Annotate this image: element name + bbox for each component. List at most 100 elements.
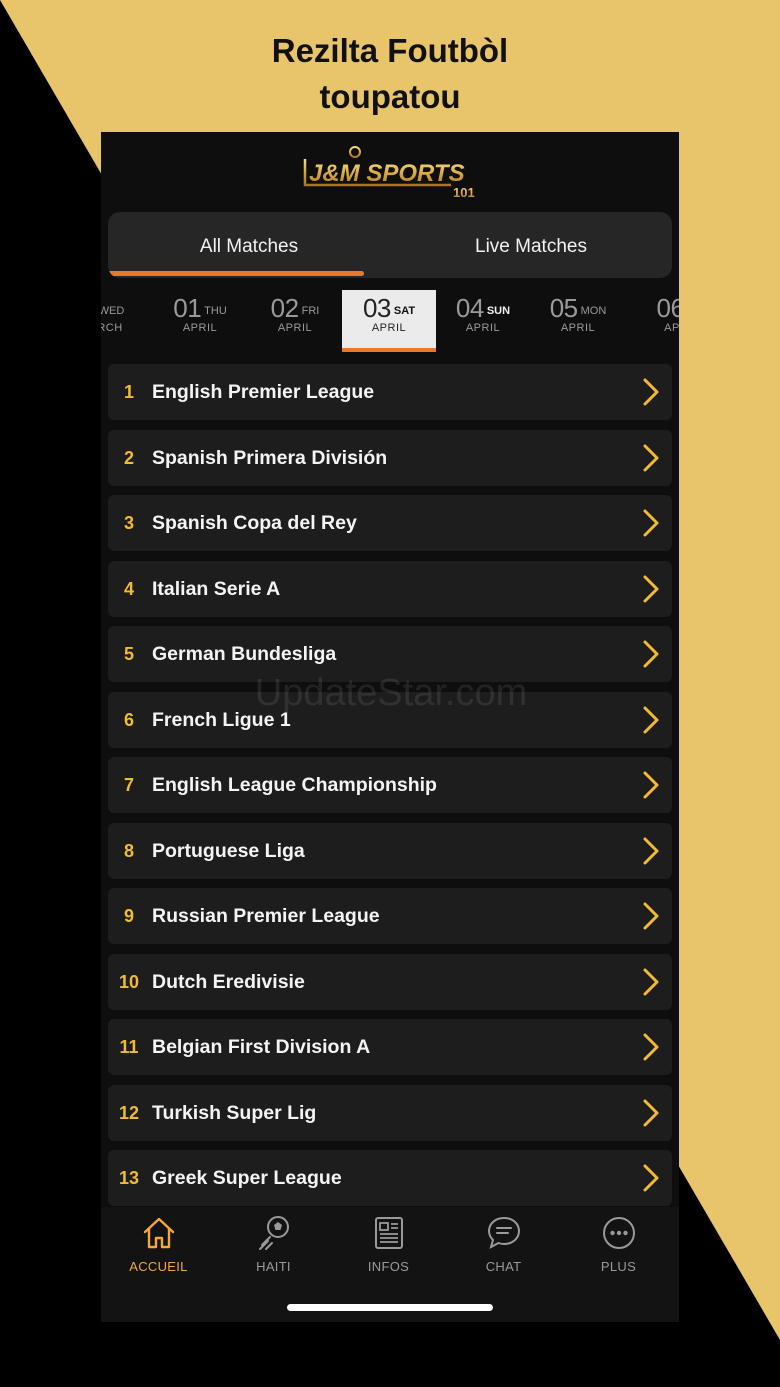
date-item[interactable]: 01 THU APRIL bbox=[153, 290, 247, 352]
date-weekday: WED bbox=[101, 305, 125, 317]
league-name: Dutch Eredivisie bbox=[152, 970, 305, 993]
date-item[interactable]: WED RCH bbox=[101, 290, 157, 352]
nav-label: ACCUEIL bbox=[129, 1259, 188, 1274]
date-month: RCH bbox=[101, 322, 123, 334]
league-row[interactable]: 9 Russian Premier League bbox=[108, 888, 672, 944]
nav-item-infos[interactable]: INFOS bbox=[331, 1213, 446, 1283]
date-strip: WED RCH 01 THU APRIL 02 FRI APRIL 03 SAT AP… bbox=[101, 284, 679, 354]
league-name: German Bundesliga bbox=[152, 643, 337, 665]
league-rank: 9 bbox=[123, 906, 134, 926]
chevron-right-icon bbox=[643, 1099, 659, 1126]
date-number: 03 bbox=[362, 293, 391, 323]
date-weekday: MON bbox=[580, 305, 607, 317]
date-month: APRIL bbox=[371, 322, 407, 334]
jm-sports-logo: J&M SPORTS 101 bbox=[303, 146, 477, 199]
date-item[interactable]: 06 AP bbox=[625, 290, 679, 352]
chevron-right-icon bbox=[643, 706, 659, 733]
date-item-selected[interactable]: 03 SAT APRIL bbox=[342, 290, 436, 352]
league-name: Spanish Primera División bbox=[152, 446, 388, 469]
chevron-right-icon bbox=[643, 902, 659, 930]
phone-screen: J&M SPORTS 101 All Matches Live Matches … bbox=[101, 132, 679, 1322]
league-rank: 7 bbox=[123, 775, 134, 795]
chevron-right-icon bbox=[643, 444, 659, 471]
chevron-right-icon bbox=[643, 968, 659, 995]
league-row[interactable]: 3 Spanish Copa del Rey bbox=[108, 495, 672, 551]
soccer-icon bbox=[258, 1216, 289, 1250]
league-name: Greek Super League bbox=[152, 1167, 342, 1189]
league-row[interactable]: 7 English League Championship bbox=[108, 757, 672, 813]
chat-icon bbox=[487, 1216, 520, 1249]
date-weekday: SAT bbox=[393, 305, 416, 317]
date-weekday: THU bbox=[204, 305, 227, 317]
league-name: Turkish Super Lig bbox=[152, 1101, 317, 1124]
nav-label: INFOS bbox=[367, 1259, 410, 1274]
league-row[interactable]: 2 Spanish Primera División bbox=[108, 429, 672, 486]
league-row[interactable]: 12 Turkish Super Lig bbox=[108, 1084, 672, 1141]
league-rank: 3 bbox=[123, 513, 134, 533]
date-item[interactable]: 04 SUN APRIL bbox=[436, 290, 530, 352]
news-icon bbox=[374, 1217, 403, 1249]
league-name: Russian Premier League bbox=[152, 905, 380, 927]
league-row[interactable]: 11 Belgian First Division A bbox=[108, 1019, 672, 1075]
league-rank: 13 bbox=[118, 1168, 140, 1188]
date-number: 01 bbox=[173, 293, 202, 323]
date-month: APRIL bbox=[182, 322, 218, 334]
league-row[interactable]: 10 Dutch Eredivisie bbox=[108, 953, 672, 1010]
nav-label: HAITI bbox=[256, 1259, 291, 1274]
league-row[interactable]: 5 German Bundesliga bbox=[108, 626, 672, 682]
nav-item-chat[interactable]: CHAT bbox=[446, 1213, 561, 1283]
chevron-right-icon bbox=[643, 1164, 659, 1192]
date-number: 04 bbox=[455, 293, 484, 323]
chevron-right-icon bbox=[643, 575, 659, 602]
league-row[interactable]: 8 Portuguese Liga bbox=[108, 822, 672, 879]
chevron-right-icon bbox=[643, 1033, 659, 1061]
date-number: 02 bbox=[270, 293, 299, 323]
date-month: AP bbox=[664, 322, 679, 334]
league-row[interactable]: 4 Italian Serie A bbox=[108, 560, 672, 617]
tab-all-matches[interactable]: All Matches bbox=[108, 212, 390, 278]
chevron-right-icon bbox=[643, 378, 659, 406]
league-name: Belgian First Division A bbox=[152, 1036, 371, 1058]
date-number: 05 bbox=[549, 293, 578, 323]
bottom-nav: ACCUEIL HAITI INFOS CHAT PLUS bbox=[101, 1207, 679, 1322]
league-rank: 5 bbox=[123, 644, 134, 664]
headline-line1: Rezilta Foutbòl bbox=[271, 32, 509, 69]
logo-bar: J&M SPORTS 101 bbox=[101, 132, 679, 210]
league-rank: 11 bbox=[119, 1037, 139, 1057]
date-weekday: SUN bbox=[486, 305, 511, 317]
league-row[interactable]: 6 French Ligue 1 bbox=[108, 691, 672, 748]
date-month: APRIL bbox=[277, 322, 313, 334]
chevron-right-icon bbox=[643, 837, 659, 864]
date-month: APRIL bbox=[560, 322, 596, 334]
league-rank: 10 bbox=[118, 971, 140, 992]
league-rank: 8 bbox=[123, 840, 134, 861]
league-name: English Premier League bbox=[152, 381, 375, 403]
logo-sub: 101 bbox=[453, 185, 475, 199]
league-row[interactable]: 13 Greek Super League bbox=[108, 1150, 672, 1206]
league-rank: 4 bbox=[123, 578, 134, 599]
league-rank: 1 bbox=[123, 382, 134, 402]
league-name: French Ligue 1 bbox=[152, 708, 291, 731]
league-name: Portuguese Liga bbox=[152, 839, 305, 862]
nav-item-accueil[interactable]: ACCUEIL bbox=[101, 1213, 216, 1283]
chevron-right-icon bbox=[643, 509, 659, 537]
league-name: Italian Serie A bbox=[152, 577, 281, 600]
home-indicator bbox=[287, 1304, 493, 1311]
chevron-right-icon bbox=[643, 771, 659, 799]
league-name: English League Championship bbox=[152, 774, 437, 796]
league-rank: 2 bbox=[123, 447, 134, 468]
league-list: 1 English Premier League 2 Spanish Primera… bbox=[108, 364, 672, 1216]
date-number: 06 bbox=[656, 293, 679, 323]
league-row[interactable]: 1 English Premier League bbox=[108, 364, 672, 420]
logo-text: J&M SPORTS bbox=[309, 160, 465, 187]
nav-label: PLUS bbox=[600, 1259, 637, 1274]
date-item[interactable]: 05 MON APRIL bbox=[531, 290, 625, 352]
league-rank: 6 bbox=[123, 709, 134, 730]
match-tabs: All Matches Live Matches bbox=[108, 212, 672, 278]
date-item[interactable]: 02 FRI APRIL bbox=[248, 290, 342, 352]
nav-item-haiti[interactable]: HAITI bbox=[216, 1213, 331, 1283]
nav-item-plus[interactable]: PLUS bbox=[561, 1213, 676, 1283]
date-weekday: FRI bbox=[301, 305, 320, 317]
tab-live-matches[interactable]: Live Matches bbox=[390, 212, 672, 278]
headline-line2: toupatou bbox=[319, 78, 461, 115]
